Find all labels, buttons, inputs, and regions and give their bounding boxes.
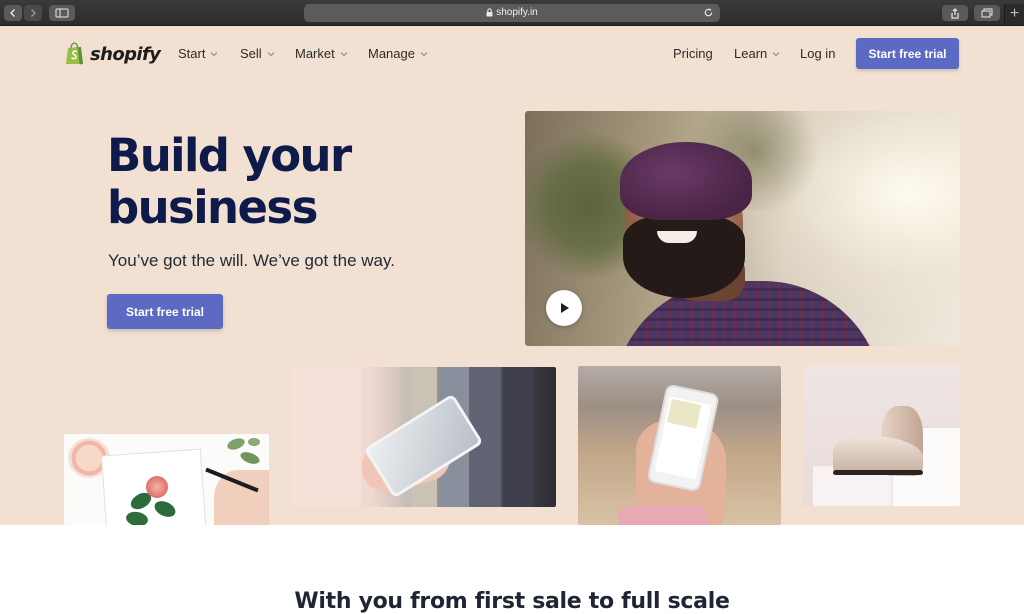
hero-title-line2: business	[107, 181, 318, 234]
nav-start[interactable]: Start	[178, 46, 218, 61]
browser-toolbar: shopify.in +	[0, 0, 1024, 26]
chevron-down-icon	[772, 51, 780, 56]
chevron-down-icon	[211, 51, 218, 56]
chevron-down-icon	[267, 51, 275, 56]
shopify-logo[interactable]: shopify	[64, 41, 161, 67]
tabs-overview-button[interactable]	[974, 5, 1000, 21]
chevron-down-icon	[340, 51, 348, 56]
tabs-icon	[981, 8, 993, 18]
start-free-trial-nav-button[interactable]: Start free trial	[856, 38, 959, 69]
nav-market[interactable]: Market	[295, 46, 348, 61]
section-heading: With you from first sale to full scale	[294, 589, 730, 614]
share-button[interactable]	[942, 5, 968, 21]
hero-title-line1: Build your	[107, 129, 352, 182]
person-smile	[657, 231, 697, 243]
chevron-left-icon	[10, 9, 15, 17]
nav-pricing-label: Pricing	[673, 46, 713, 61]
play-icon	[561, 303, 569, 313]
nav-pricing[interactable]: Pricing	[673, 46, 713, 61]
plant-image	[227, 438, 260, 464]
photo-tablet-shopping	[291, 367, 556, 507]
nav-learn[interactable]: Learn	[734, 46, 780, 61]
back-button[interactable]	[4, 5, 22, 21]
logo-wordmark: shopify	[90, 43, 161, 65]
hero-title: Build your business	[107, 130, 447, 234]
person-beard	[623, 216, 745, 298]
chevron-down-icon	[420, 51, 428, 56]
nav-learn-label: Learn	[734, 46, 768, 61]
garment-image	[291, 367, 361, 507]
new-tab-button[interactable]: +	[1004, 4, 1024, 24]
shopping-bag-icon	[66, 42, 83, 65]
url-text: shopify.in	[496, 7, 538, 18]
nav-login-label: Log in	[800, 46, 836, 61]
nav-market-label: Market	[295, 46, 335, 61]
nav-sell[interactable]: Sell	[240, 46, 275, 61]
sleeve-image	[618, 506, 708, 525]
shoe-sole-image	[833, 470, 923, 475]
nav-login[interactable]: Log in	[800, 46, 835, 61]
hero-subtitle: You’ve got the will. We’ve got the way.	[108, 251, 395, 270]
nav-manage[interactable]: Manage	[368, 46, 428, 61]
person-turban	[620, 142, 752, 220]
forward-button[interactable]	[24, 5, 42, 21]
nav-start-label: Start	[178, 46, 206, 61]
flower-image	[146, 476, 168, 498]
play-button[interactable]	[546, 290, 582, 326]
nav-manage-label: Manage	[368, 46, 415, 61]
nav-sell-label: Sell	[240, 46, 262, 61]
garment-image	[503, 367, 533, 507]
sidebar-toggle-button[interactable]	[49, 5, 75, 21]
lock-icon	[486, 8, 493, 17]
hero-video[interactable]	[525, 111, 960, 346]
photo-shoes	[803, 366, 960, 506]
share-icon	[951, 8, 959, 19]
chevron-right-icon	[31, 9, 36, 17]
start-free-trial-hero-button[interactable]: Start free trial	[107, 294, 223, 329]
photo-notebook-drawing	[64, 434, 269, 525]
address-bar[interactable]: shopify.in	[304, 4, 720, 22]
photo-phone-store	[578, 366, 781, 525]
reload-icon[interactable]	[703, 7, 714, 18]
sidebar-icon	[55, 8, 69, 18]
